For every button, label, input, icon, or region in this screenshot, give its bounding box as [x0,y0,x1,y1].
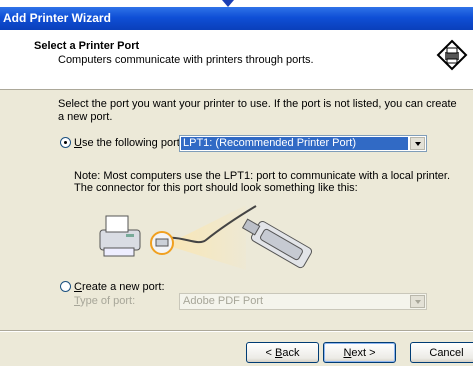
window-title: Add Printer Wizard [3,11,111,25]
printer-port-icon [436,39,468,71]
chevron-down-icon[interactable] [410,295,425,308]
add-printer-wizard-window: Add Printer Wizard Select a Printer Port… [0,7,473,366]
title-bar[interactable]: Add Printer Wizard [0,7,473,30]
port-type-select-value: Adobe PDF Port [183,295,264,307]
port-select[interactable]: LPT1: (Recommended Printer Port) [179,135,427,152]
instruction-text: Select the port you want your printer to… [58,98,457,123]
new-port-label[interactable]: Create a new port: [74,281,165,293]
page-subtitle: Computers communicate with printers thro… [58,54,314,66]
page-title: Select a Printer Port [34,40,140,52]
back-button[interactable]: < Back [246,342,319,363]
port-type-select[interactable]: Adobe PDF Port [179,293,427,310]
lpt-connector-illustration [99,205,312,270]
port-select-value: LPT1: (Recommended Printer Port) [181,137,408,150]
wizard-header: Select a Printer Port Computers communic… [0,30,473,90]
new-port-radio[interactable] [60,281,71,292]
footer-divider [0,330,473,332]
arrow-down-icon [222,0,234,7]
use-port-radio[interactable] [60,137,71,148]
use-port-label[interactable]: Use the following port: [74,137,183,149]
cancel-button[interactable]: Cancel [410,342,473,363]
chevron-down-icon[interactable] [410,137,425,150]
connector-note: Note: Most computers use the LPT1: port … [74,170,451,194]
port-type-label: Type of port: [74,295,136,307]
next-button[interactable]: Next > [323,342,396,363]
